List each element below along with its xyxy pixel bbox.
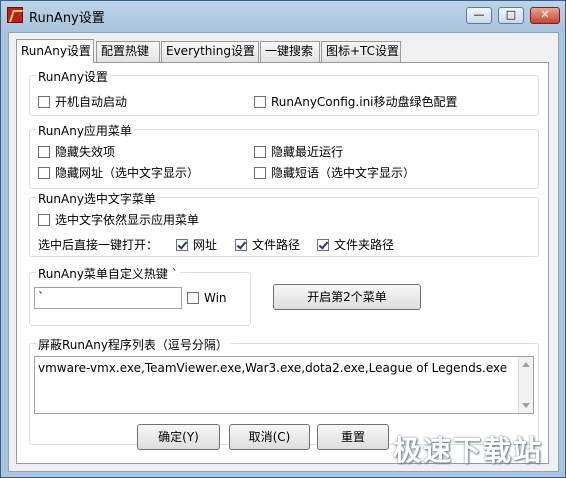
scroll-down-icon[interactable] xyxy=(522,403,530,408)
still-show-menu-checkbox[interactable]: 选中文字依然显示应用菜单 xyxy=(38,211,199,228)
group-hotkey: RunAny菜单自定义热键 ` ` Win xyxy=(29,265,251,326)
minimize-button[interactable]: — xyxy=(466,7,492,24)
reset-button[interactable]: 重置 xyxy=(317,424,389,450)
tab-icon-tc[interactable]: 图标+TC设置 xyxy=(321,41,401,62)
window-title: RunAny设置 xyxy=(29,11,105,26)
maximize-button[interactable]: □ xyxy=(498,7,524,24)
watermark-text: 极速下载站 xyxy=(393,434,544,467)
hotkey-input[interactable]: ` xyxy=(34,287,182,309)
close-button[interactable]: ✕ xyxy=(530,7,560,24)
autostart-checkbox[interactable]: 开机自动启动 xyxy=(38,93,127,110)
hide-invalid-checkbox[interactable]: 隐藏失效项 xyxy=(38,143,115,160)
win-checkbox[interactable]: Win xyxy=(187,291,227,305)
direct-open-label: 选中后直接一键打开： xyxy=(38,238,159,252)
checkbox-label: Win xyxy=(204,291,227,305)
checkbox-label: 选中文字依然显示应用菜单 xyxy=(55,213,200,227)
checkbox-label: 文件路径 xyxy=(252,238,301,252)
checkbox-box[interactable] xyxy=(254,166,266,179)
hide-phrase-checkbox[interactable]: 隐藏短语（选中文字显示） xyxy=(254,164,415,181)
cancel-button[interactable]: 取消(C) xyxy=(229,424,310,450)
checkbox-label: 文件夹路径 xyxy=(334,238,395,252)
group-title: RunAny菜单自定义热键 ` xyxy=(36,265,180,282)
settings-window: RunAny设置 — □ ✕ RunAny设置 配置热键 Everything设… xyxy=(0,0,566,478)
group-selection-menu: RunAny选中文字菜单 选中文字依然显示应用菜单 选中后直接一键打开： 网址 … xyxy=(29,190,539,257)
tab-everything[interactable]: Everything设置 xyxy=(161,41,259,62)
second-menu-button[interactable]: 开启第2个菜单 xyxy=(273,284,421,310)
group-runany-settings: RunAny设置 开机自动启动 RunAnyConfig.ini移动盘绿色配置 xyxy=(29,68,539,116)
blocklist-text: vmware-vmx.exe,TeamViewer.exe,War3.exe,d… xyxy=(38,361,508,375)
file-path-checkbox[interactable]: 文件路径 xyxy=(235,236,300,253)
hide-url-checkbox[interactable]: 隐藏网址（选中文字显示） xyxy=(38,164,199,181)
ok-button[interactable]: 确定(Y) xyxy=(137,424,220,450)
checkbox-box[interactable] xyxy=(317,238,329,251)
group-title: 屏蔽RunAny程序列表（逗号分隔） xyxy=(36,336,230,353)
checkbox-label: 隐藏失效项 xyxy=(55,145,116,159)
title-bar[interactable]: RunAny设置 — □ ✕ xyxy=(1,1,565,29)
checkbox-box[interactable] xyxy=(38,213,50,226)
checkbox-label: RunAnyConfig.ini移动盘绿色配置 xyxy=(271,95,458,109)
hide-recent-checkbox[interactable]: 隐藏最近运行 xyxy=(254,143,343,160)
portable-config-checkbox[interactable]: RunAnyConfig.ini移动盘绿色配置 xyxy=(254,93,458,110)
group-title: RunAny应用菜单 xyxy=(36,122,134,139)
scroll-up-icon[interactable] xyxy=(522,362,530,367)
url-checkbox[interactable]: 网址 xyxy=(176,236,217,253)
tab-panel: RunAny设置 开机自动启动 RunAnyConfig.ini移动盘绿色配置 … xyxy=(16,62,549,464)
checkbox-label: 隐藏网址（选中文字显示） xyxy=(55,166,200,180)
checkbox-label: 开机自动启动 xyxy=(55,95,128,109)
tab-one-key-search[interactable]: 一键搜索 xyxy=(260,41,320,62)
group-title: RunAny选中文字菜单 xyxy=(36,190,158,207)
checkbox-box[interactable] xyxy=(254,95,266,108)
checkbox-box[interactable] xyxy=(38,166,50,179)
checkbox-box[interactable] xyxy=(176,238,188,251)
checkbox-label: 网址 xyxy=(193,238,218,252)
group-title: RunAny设置 xyxy=(36,68,110,85)
checkbox-box[interactable] xyxy=(254,145,266,158)
checkbox-box[interactable] xyxy=(235,238,247,251)
folder-path-checkbox[interactable]: 文件夹路径 xyxy=(317,236,394,253)
vertical-scrollbar[interactable] xyxy=(518,357,533,413)
group-app-menu: RunAny应用菜单 隐藏失效项 隐藏最近运行 隐藏网址（选中文字显示） 隐藏短… xyxy=(29,122,539,189)
checkbox-box[interactable] xyxy=(38,95,50,108)
app-icon xyxy=(7,7,23,23)
checkbox-label: 隐藏最近运行 xyxy=(271,145,344,159)
blocklist-textarea[interactable]: vmware-vmx.exe,TeamViewer.exe,War3.exe,d… xyxy=(34,356,534,414)
checkbox-box[interactable] xyxy=(38,145,50,158)
client-area: RunAny设置 配置热键 Everything设置 一键搜索 图标+TC设置 … xyxy=(8,32,559,472)
tab-hotkeys[interactable]: 配置热键 xyxy=(96,41,160,62)
checkbox-label: 隐藏短语（选中文字显示） xyxy=(271,166,416,180)
tab-runany-settings[interactable]: RunAny设置 xyxy=(16,39,94,63)
checkbox-box[interactable] xyxy=(187,292,199,304)
